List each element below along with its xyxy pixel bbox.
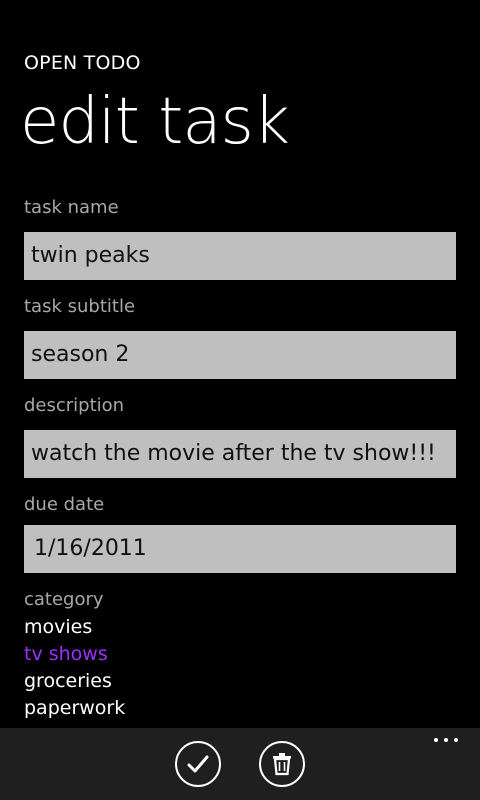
due-date-label: due date (24, 494, 105, 515)
category-item-movies[interactable]: movies (24, 615, 92, 639)
ellipsis-icon (434, 738, 438, 742)
category-label: category (24, 589, 104, 610)
page-title: edit task (20, 85, 290, 159)
delete-button[interactable] (259, 741, 305, 787)
category-item-paperwork[interactable]: paperwork (24, 696, 125, 720)
category-item-groceries[interactable]: groceries (24, 669, 112, 693)
task-subtitle-input[interactable]: season 2 (24, 331, 456, 379)
description-input[interactable]: watch the movie after the tv show!!! (24, 430, 456, 478)
save-button[interactable] (175, 741, 221, 787)
description-label: description (24, 395, 125, 416)
ellipsis-icon (444, 738, 448, 742)
task-name-input[interactable]: twin peaks (24, 232, 456, 280)
app-title: OPEN TODO (24, 52, 141, 74)
check-icon (187, 755, 209, 773)
ellipsis-icon (454, 738, 458, 742)
trash-icon (273, 753, 291, 776)
application-bar (0, 728, 480, 800)
category-item-tv-shows[interactable]: tv shows (24, 642, 108, 666)
due-date-picker[interactable]: 1/16/2011 (24, 525, 456, 573)
task-subtitle-label: task subtitle (24, 296, 136, 317)
more-options-button[interactable] (434, 738, 458, 742)
task-name-label: task name (24, 197, 119, 218)
